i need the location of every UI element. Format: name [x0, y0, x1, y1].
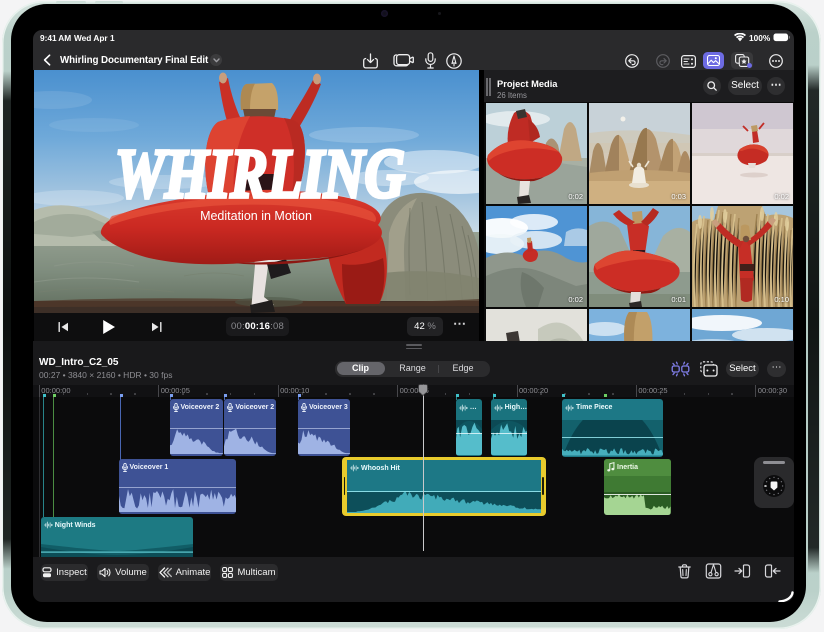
svg-text:WHIRLING: WHIRLING: [115, 136, 405, 213]
svg-text:Meditation in Motion: Meditation in Motion: [200, 209, 312, 223]
